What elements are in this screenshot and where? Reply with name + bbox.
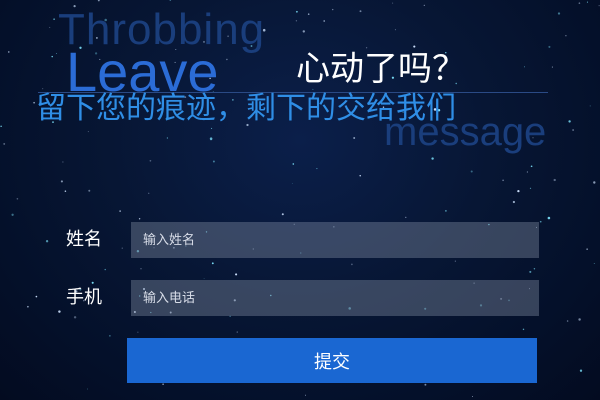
phone-row: 手机 <box>0 280 600 316</box>
name-input[interactable] <box>131 222 539 258</box>
phone-label: 手机 <box>66 287 102 308</box>
submit-button[interactable]: 提交 <box>127 338 537 383</box>
name-row: 姓名 <box>0 222 600 258</box>
name-label: 姓名 <box>66 229 102 250</box>
headline-question: 心动了吗？ <box>296 49 466 89</box>
hero-header: Throbbing Leave 心动了吗？ 留下您的痕迹，剩下的交给我们 mes… <box>0 0 600 170</box>
decorative-word-message: message <box>384 110 547 154</box>
phone-input[interactable] <box>131 280 539 316</box>
